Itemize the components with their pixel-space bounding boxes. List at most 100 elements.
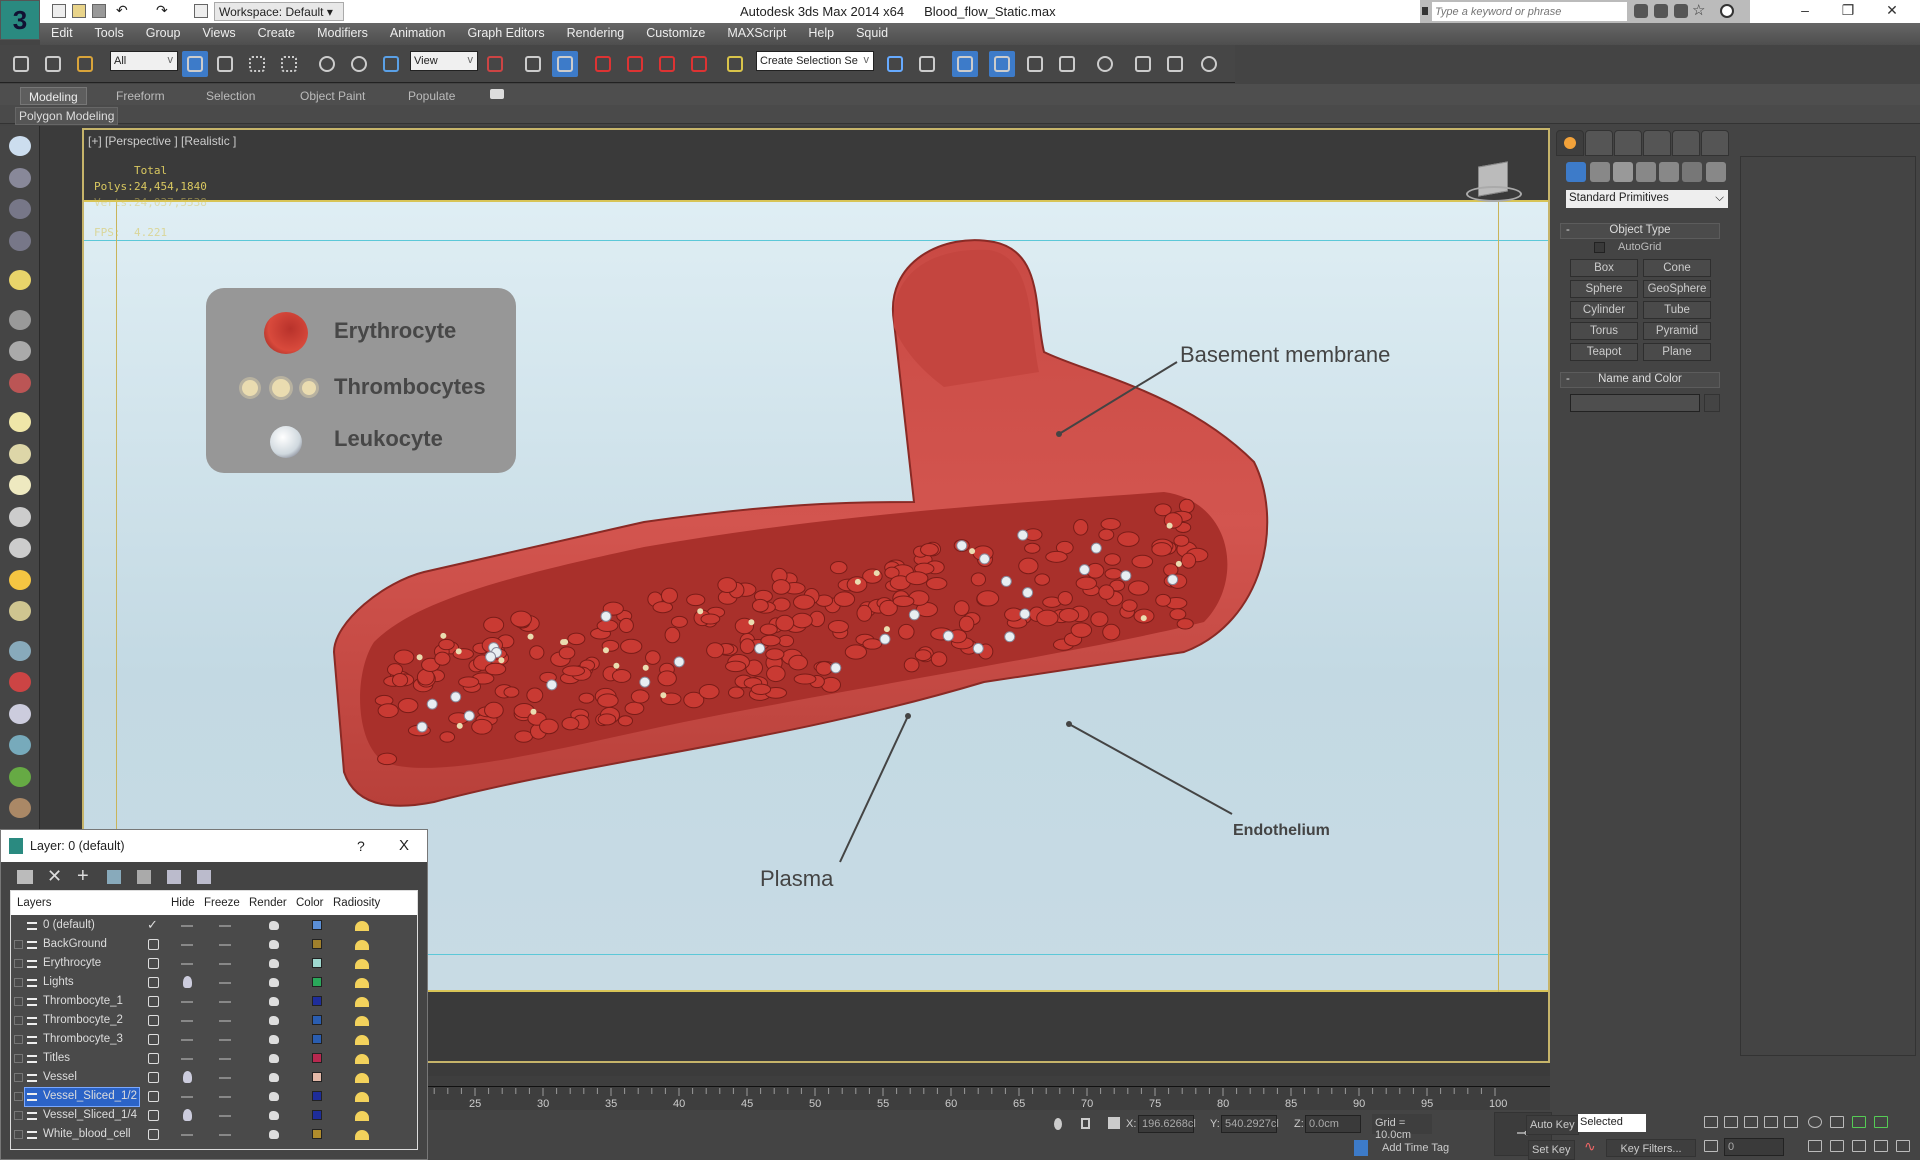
render-production-icon[interactable]: [1196, 51, 1222, 77]
hide-toggle[interactable]: [181, 1134, 193, 1136]
help-button[interactable]: ?: [357, 838, 365, 854]
menu-maxscript[interactable]: MAXScript: [716, 23, 797, 43]
create-layer-icon[interactable]: [17, 870, 33, 884]
freeze-toggle[interactable]: [219, 1077, 231, 1079]
field-of-view-icon[interactable]: [1830, 1140, 1844, 1152]
hide-toggle[interactable]: [181, 944, 193, 946]
lights-icon[interactable]: [1613, 162, 1633, 182]
layer-name[interactable]: Vessel_Sliced_1/2: [24, 1087, 140, 1107]
satellite-icon[interactable]: [1674, 4, 1688, 18]
radiosity-icon[interactable]: [355, 959, 369, 969]
manipulate-icon[interactable]: [520, 51, 546, 77]
layer-row[interactable]: Erythrocyte: [11, 955, 381, 974]
render-teapot-icon[interactable]: [269, 921, 279, 930]
z-coordinate-field[interactable]: 0.0cm: [1305, 1115, 1361, 1133]
menu-animation[interactable]: Animation: [379, 23, 457, 43]
expand-icon[interactable]: [14, 1073, 23, 1082]
particle-grid-icon[interactable]: [9, 640, 31, 661]
orbit-icon[interactable]: [1874, 1140, 1888, 1152]
primitive-tube-button[interactable]: Tube: [1643, 301, 1711, 319]
active-layer-checkbox[interactable]: [148, 958, 159, 969]
camera-icon[interactable]: [9, 309, 31, 330]
active-layer-checkbox[interactable]: [148, 1053, 159, 1064]
schematic-view-icon[interactable]: [1054, 51, 1080, 77]
radiosity-icon[interactable]: [355, 1016, 369, 1026]
area-light-icon[interactable]: [9, 412, 31, 432]
radiosity-icon[interactable]: [355, 997, 369, 1007]
rotate-icon[interactable]: [346, 51, 372, 77]
light-lister-icon[interactable]: [9, 270, 31, 290]
help-icon[interactable]: [1720, 4, 1734, 18]
zoom-extents-icon[interactable]: [1852, 1116, 1866, 1128]
layer-color-swatch[interactable]: [312, 1053, 322, 1063]
layer-name[interactable]: Thrombocyte_2: [25, 1012, 139, 1030]
expand-icon[interactable]: [14, 1035, 23, 1044]
grass-icon[interactable]: [9, 766, 31, 787]
go-to-start-icon[interactable]: [1704, 1116, 1718, 1128]
hide-toggle[interactable]: [181, 1058, 193, 1060]
ribbon-tab-modeling[interactable]: Modeling: [20, 87, 87, 105]
menu-help[interactable]: Help: [797, 23, 845, 43]
expand-icon[interactable]: [14, 997, 23, 1006]
object-color-swatch[interactable]: [1704, 394, 1720, 412]
render-teapot-icon[interactable]: [269, 1016, 279, 1025]
edit-named-selection-icon[interactable]: [722, 51, 748, 77]
utilities-tab-icon[interactable]: [1701, 130, 1729, 156]
render-setup-icon[interactable]: [1130, 51, 1156, 77]
layer-explorer-icon[interactable]: [9, 230, 31, 251]
render-teapot-icon[interactable]: [269, 1130, 279, 1139]
sun-icon[interactable]: [9, 569, 31, 590]
render-frame-icon[interactable]: [9, 167, 31, 188]
render-teapot-icon[interactable]: [269, 1035, 279, 1044]
hierarchy-tab-icon[interactable]: [1614, 130, 1642, 156]
render-teapot-icon[interactable]: [269, 1111, 279, 1120]
expand-arrow-icon[interactable]: [1422, 7, 1428, 15]
workspace-dropdown[interactable]: Workspace: Default ▾: [214, 2, 344, 21]
primitive-geosphere-button[interactable]: GeoSphere: [1643, 280, 1711, 298]
column-layers[interactable]: Layers: [17, 897, 52, 909]
hide-bulb-icon[interactable]: [183, 1071, 192, 1083]
layer-color-swatch[interactable]: [312, 996, 322, 1006]
redo-icon[interactable]: ↷: [156, 2, 168, 19]
primitive-type-dropdown[interactable]: Standard Primitives ⌵: [1566, 190, 1728, 208]
snaps-toggle-icon[interactable]: [590, 51, 616, 77]
spinner-snap-icon[interactable]: [686, 51, 712, 77]
active-layer-checkbox[interactable]: [148, 977, 159, 988]
search-input[interactable]: [1432, 2, 1627, 21]
expand-icon[interactable]: [14, 1016, 23, 1025]
active-layer-check-icon[interactable]: ✓: [147, 917, 158, 933]
ribbon-tab-freeform[interactable]: Freeform: [108, 87, 173, 105]
pivot-center-icon[interactable]: [482, 51, 508, 77]
helpers-icon[interactable]: [1659, 162, 1679, 182]
hide-toggle[interactable]: [181, 925, 193, 927]
menu-rendering[interactable]: Rendering: [556, 23, 636, 43]
window-crossing-icon[interactable]: [276, 51, 302, 77]
radiosity-icon[interactable]: [355, 1035, 369, 1045]
time-slider-track[interactable]: 25 30 35 40 45 50 55 60 65 70 75 80 85 90 95 100: [428, 1076, 1550, 1110]
maximize-viewport-icon[interactable]: [1896, 1140, 1910, 1152]
teapot-wire-icon[interactable]: [9, 506, 31, 527]
object-name-input[interactable]: [1570, 394, 1700, 412]
time-tag-icon[interactable]: [1354, 1140, 1368, 1156]
create-tab-icon[interactable]: [1556, 130, 1584, 156]
freeze-toggle[interactable]: [219, 1134, 231, 1136]
key-icon[interactable]: [1654, 4, 1668, 18]
radiosity-icon[interactable]: [355, 921, 369, 931]
render-teapot-icon[interactable]: [269, 959, 279, 968]
undo-icon[interactable]: ↶: [116, 2, 128, 19]
select-by-name-icon[interactable]: [212, 51, 238, 77]
time-configuration-icon[interactable]: [1808, 1140, 1822, 1152]
shapes-icon[interactable]: [1590, 162, 1610, 182]
layer-name[interactable]: Erythrocyte: [25, 955, 139, 973]
open-file-icon[interactable]: [72, 4, 86, 18]
close-dialog-button[interactable]: X: [399, 837, 409, 854]
primitive-teapot-button[interactable]: Teapot: [1570, 343, 1638, 361]
molecule-icon[interactable]: [9, 672, 31, 692]
freeze-toggle[interactable]: [219, 1058, 231, 1060]
hide-toggle[interactable]: [181, 1039, 193, 1041]
scene-explorer-icon[interactable]: [9, 199, 31, 219]
isolate-bulb-icon[interactable]: [1054, 1118, 1062, 1130]
app-logo-button[interactable]: 3: [0, 0, 40, 40]
minimize-button[interactable]: –: [1785, 2, 1825, 20]
freeze-toggle[interactable]: [219, 1115, 231, 1117]
